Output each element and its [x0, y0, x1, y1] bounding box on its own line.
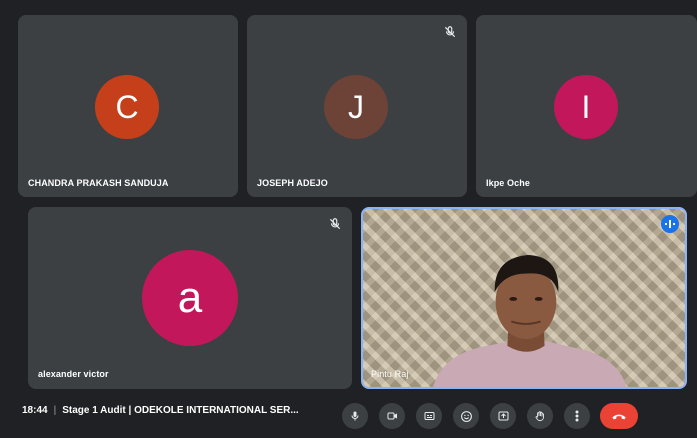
mic-off-icon	[329, 218, 341, 230]
present-icon	[498, 411, 508, 421]
avatar-initial: a	[177, 273, 203, 322]
hang-up-button[interactable]	[600, 403, 638, 429]
participant-name: CHANDRA PRAKASH SANDUJA	[28, 178, 169, 188]
participant-name: alexander victor	[38, 369, 109, 379]
more-options-button[interactable]	[564, 403, 590, 429]
participant-name: Pintu Raj	[371, 369, 409, 379]
captions-icon	[424, 412, 434, 420]
avatar: C	[95, 75, 159, 139]
meeting-title: Stage 1 Audit | ODEKOLE INTERNATIONAL SE…	[62, 405, 299, 416]
emoji-icon	[460, 410, 472, 422]
emoji-button[interactable]	[453, 403, 479, 429]
participant-name: JOSEPH ADEJO	[257, 178, 328, 188]
participant-tile-chandra[interactable]: C CHANDRA PRAKASH SANDUJA	[18, 15, 238, 197]
avatar: J	[324, 75, 388, 139]
avatar-initial: J	[348, 88, 364, 125]
meeting-info: 18:44 | Stage 1 Audit | ODEKOLE INTERNATIO…	[22, 405, 299, 416]
avatar: a	[142, 250, 238, 346]
separator: |	[53, 405, 57, 416]
hang-up-icon	[612, 414, 626, 420]
avatar-initial: I	[581, 88, 591, 125]
microphone-button[interactable]	[342, 403, 368, 429]
present-button[interactable]	[490, 403, 516, 429]
participant-tile-joseph[interactable]: J JOSEPH ADEJO	[247, 15, 467, 197]
captions-button[interactable]	[416, 403, 442, 429]
camera-button[interactable]	[379, 403, 405, 429]
camera-icon	[387, 412, 397, 420]
mic-off-icon	[444, 26, 456, 38]
microphone-icon	[351, 411, 359, 421]
participant-name: Ikpe Oche	[486, 178, 530, 188]
participant-tile-ikpe[interactable]: I Ikpe Oche	[476, 15, 697, 197]
participant-tile-pintu[interactable]: Pintu Raj	[361, 207, 687, 389]
raise-hand-icon	[535, 410, 544, 421]
participant-video	[433, 254, 627, 387]
participant-tile-alexander[interactable]: a alexander victor	[28, 207, 352, 389]
raise-hand-button[interactable]	[527, 403, 553, 429]
avatar-initial: C	[115, 88, 139, 125]
more-options-icon	[575, 410, 579, 422]
speaking-indicator-icon	[661, 215, 679, 233]
meeting-time: 18:44	[22, 405, 48, 416]
avatar: I	[554, 75, 618, 139]
